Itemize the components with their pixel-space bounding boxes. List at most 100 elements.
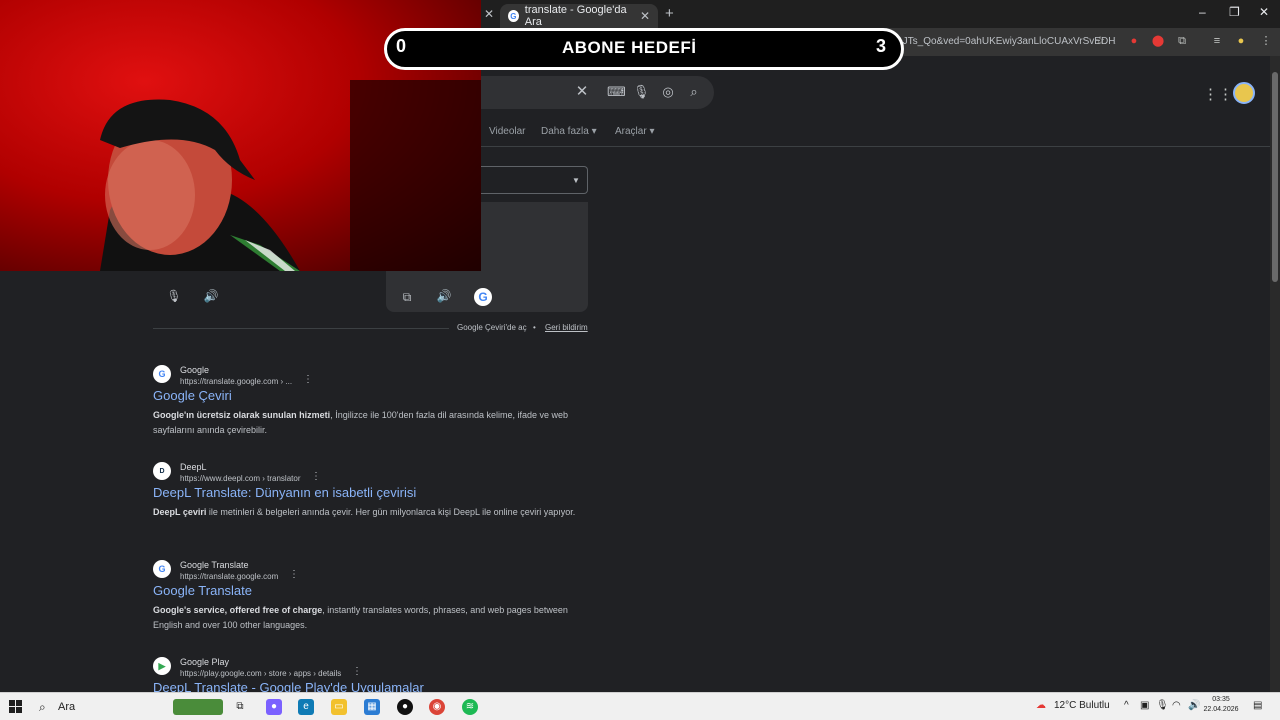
search-icon[interactable]: ⌕ <box>39 700 46 715</box>
chrome-icon[interactable]: ◉ <box>429 699 445 715</box>
tab-videos[interactable]: Videolar <box>489 126 526 137</box>
goal-target-count: 3 <box>876 36 887 56</box>
divider <box>480 146 1270 147</box>
extension-icon[interactable]: ● <box>1127 34 1141 48</box>
scrollbar-thumb[interactable] <box>1272 72 1278 282</box>
search-result: G Google https://translate.google.com › … <box>153 365 593 445</box>
apps-grid-icon[interactable]: ⋮⋮ <box>1203 85 1233 103</box>
result-site: Google <box>180 365 210 375</box>
more-options-icon[interactable]: ⋮ <box>311 471 321 482</box>
google-translate-icon: G <box>153 560 171 578</box>
weather-icon[interactable]: ☁ <box>1036 700 1046 711</box>
search-input[interactable] <box>480 76 714 109</box>
system-clock[interactable]: 03:35 22.04.2026 <box>1203 695 1239 715</box>
result-title[interactable]: DeepL Translate - Google Play'de Uygulam… <box>153 680 424 692</box>
tab-more-label: Daha fazla <box>541 126 589 137</box>
clock-time: 03:35 <box>1212 696 1230 703</box>
task-view-icon[interactable]: ⧉ <box>232 699 248 715</box>
more-options-icon[interactable]: ⋮ <box>352 666 362 677</box>
wifi-icon[interactable]: ◠ <box>1172 700 1181 711</box>
store-icon[interactable]: ▦ <box>364 699 380 715</box>
browser-menu-icon[interactable]: ⋮ <box>1259 34 1273 48</box>
search-result: ▶ Google Play https://play.google.com › … <box>153 657 593 692</box>
google-translate-icon: G <box>153 365 171 383</box>
microphone-icon[interactable]: 🎙 <box>166 288 182 304</box>
lens-camera-icon[interactable]: ◎ <box>660 84 676 100</box>
result-snippet: Google'ın ücretsiz olarak sunulan hizmet… <box>153 408 593 438</box>
goal-label: ABONE HEDEFİ <box>562 38 697 57</box>
edge-icon[interactable]: e <box>298 699 314 715</box>
search-result: D DeepL https://www.deepl.com › translat… <box>153 462 593 542</box>
close-tab-icon[interactable]: ✕ <box>484 7 494 21</box>
result-title[interactable]: DeepL Translate: Dünyanın en isabetli çe… <box>153 485 416 500</box>
speaker-icon[interactable]: 🔊 <box>436 288 452 304</box>
microphone-icon[interactable]: 🎙 <box>1156 700 1169 711</box>
weather-label[interactable]: 12°C Bulutlu <box>1054 700 1110 711</box>
maximize-button[interactable]: ❐ <box>1229 5 1240 19</box>
feedback-link[interactable]: Geri bildirim <box>545 323 588 332</box>
keyboard-icon[interactable]: ⌨ <box>607 84 626 100</box>
snippet-bold: Google's service, offered free of charge <box>153 605 323 615</box>
new-tab-button[interactable]: + <box>665 5 674 22</box>
result-site: DeepL <box>180 462 207 472</box>
obs-icon[interactable]: ● <box>397 699 413 715</box>
copy-icon[interactable]: ⧉ <box>399 289 415 305</box>
open-in-translate-link[interactable]: Google Çeviri'de aç <box>457 323 527 332</box>
notifications-icon[interactable]: ▤ <box>1253 700 1262 711</box>
result-url[interactable]: https://translate.google.com › ... <box>180 377 292 386</box>
result-title[interactable]: Google Translate <box>153 583 252 598</box>
microphone-icon[interactable]: 🎙 <box>633 84 650 100</box>
tab-title: translate - Google'da Ara <box>524 4 627 28</box>
media-control-icon[interactable]: ≡ <box>1210 34 1224 48</box>
extensions-puzzle-icon[interactable]: ⧉ <box>1175 34 1189 48</box>
close-icon[interactable]: ✕ <box>640 9 650 23</box>
extension-red-icon[interactable]: ⬤ <box>1151 34 1165 48</box>
bookmark-star-icon[interactable]: ☆ <box>1093 34 1107 48</box>
chevron-up-icon[interactable]: ^ <box>1124 700 1129 711</box>
tab-tools[interactable]: Araçlar ▾ <box>615 126 655 137</box>
google-favicon-icon: G <box>508 10 519 22</box>
search-result: G Google Translate https://translate.goo… <box>153 560 593 640</box>
goal-current-count: 0 <box>396 36 407 56</box>
result-url[interactable]: https://translate.google.com <box>180 572 278 581</box>
profile-icon[interactable]: ● <box>1234 34 1248 48</box>
google-play-icon: ▶ <box>153 657 171 675</box>
chevron-down-icon[interactable]: ▼ <box>572 176 580 185</box>
minimize-button[interactable]: – <box>1199 5 1206 19</box>
caret-down-icon: ▾ <box>649 126 655 137</box>
avatar[interactable] <box>1233 82 1255 104</box>
result-site: Google Translate <box>180 560 249 570</box>
result-url[interactable]: https://play.google.com › store › apps ›… <box>180 669 341 678</box>
spotify-icon[interactable]: ≋ <box>462 699 478 715</box>
result-url[interactable]: https://www.deepl.com › translator <box>180 474 301 483</box>
tab-more[interactable]: Daha fazla ▾ <box>541 126 597 137</box>
more-options-icon[interactable]: ⋮ <box>303 374 313 385</box>
search-icon[interactable]: ⌕ <box>686 84 702 100</box>
divider <box>153 328 449 329</box>
tab-tools-label: Araçlar <box>615 126 647 137</box>
volume-icon[interactable]: 🔊 <box>1188 700 1200 711</box>
result-site: Google Play <box>180 657 230 667</box>
speaker-icon[interactable]: 🔊 <box>203 288 219 304</box>
result-title[interactable]: Google Çeviri <box>153 388 232 403</box>
search-highlight-icon[interactable] <box>173 699 223 715</box>
snippet-bold: DeepL çeviri <box>153 507 207 517</box>
deepl-icon: D <box>153 462 171 480</box>
copilot-icon[interactable]: ● <box>266 699 282 715</box>
more-options-icon[interactable]: ⋮ <box>289 569 299 580</box>
separator: • <box>533 323 536 332</box>
clock-date: 22.04.2026 <box>1203 706 1239 713</box>
tab-google-search[interactable]: G translate - Google'da Ara ✕ <box>500 4 658 28</box>
result-snippet: Google's service, offered free of charge… <box>153 603 593 633</box>
snippet-bold: Google'ın ücretsiz olarak sunulan hizmet… <box>153 410 331 420</box>
windows-start-icon[interactable] <box>9 700 22 713</box>
result-snippet: DeepL çeviri ile metinleri & belgeleri a… <box>153 505 593 520</box>
snippet-text: ile metinleri & belgeleri anında çevir. … <box>206 507 576 517</box>
taskbar-search-label[interactable]: Ara <box>58 701 75 713</box>
close-window-button[interactable]: ✕ <box>1259 5 1269 19</box>
tray-app-icon[interactable]: ▣ <box>1140 700 1149 711</box>
file-explorer-icon[interactable]: ▭ <box>331 699 347 715</box>
caret-down-icon: ▾ <box>591 126 597 137</box>
google-logo-icon[interactable]: G <box>474 288 492 306</box>
clear-icon[interactable]: ✕ <box>574 84 590 100</box>
